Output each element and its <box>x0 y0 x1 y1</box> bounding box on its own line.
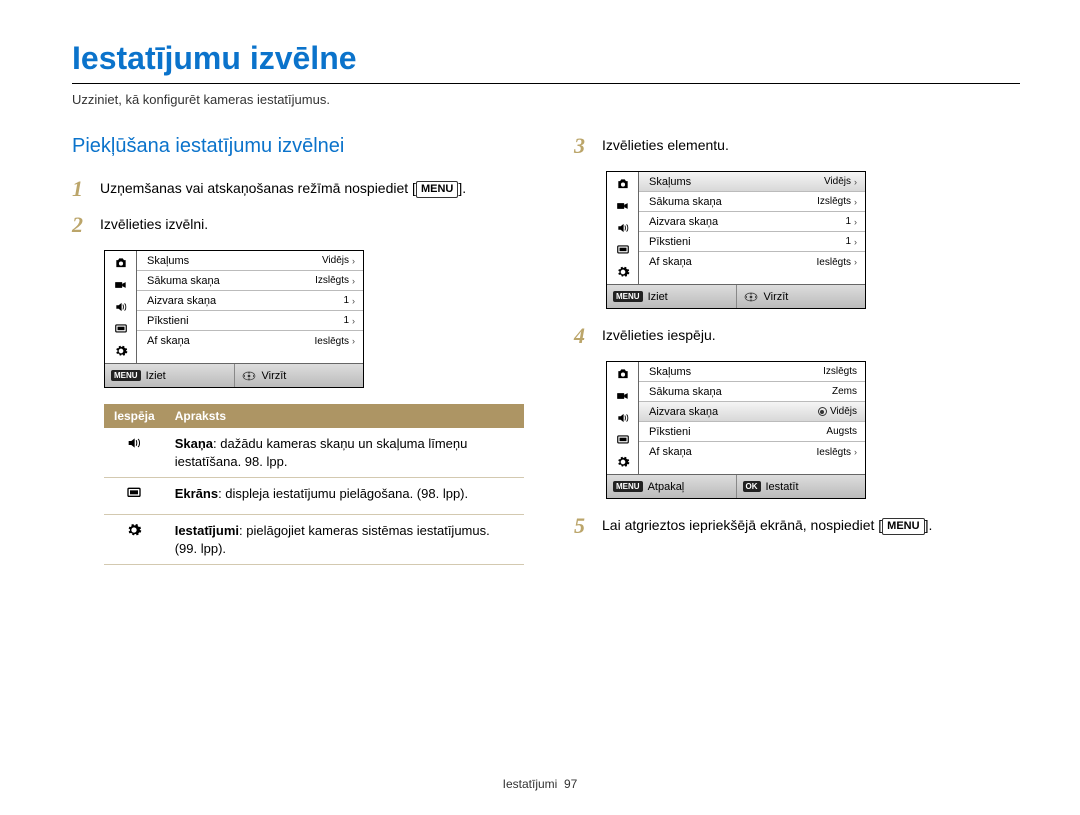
step-text: Izvēlieties izvēlni. <box>100 214 208 234</box>
nav-pad-icon <box>743 290 759 302</box>
page-footer: Iestatījumi 97 <box>0 777 1080 791</box>
step-1: 1 Uzņemšanas vai atskaņošanas režīmā nos… <box>72 178 524 200</box>
display-icon <box>613 432 633 448</box>
page-title: Iestatījumu izvēlne <box>72 40 1020 84</box>
gear-icon <box>613 264 633 280</box>
sound-icon <box>104 428 165 478</box>
video-icon <box>613 198 633 214</box>
nav-pad-icon <box>241 369 257 381</box>
th-description: Apraksts <box>165 404 524 428</box>
gear-icon <box>111 343 131 359</box>
options-table: Iespēja Apraksts Skaņa: dažādu kameras s… <box>104 404 524 565</box>
lcd-rows: SkaļumsVidējs› Sākuma skaņaIzslēgts› Aiz… <box>137 251 363 363</box>
camera-lcd-step4: SkaļumsIzslēgts Sākuma skaņaZems Aizvara… <box>606 361 866 499</box>
step-number: 1 <box>72 178 88 200</box>
step-text: Uzņemšanas vai atskaņošanas režīmā nospi… <box>100 178 466 198</box>
step-number: 3 <box>574 135 590 157</box>
page-subtitle: Uzziniet, kā konfigurēt kameras iestatīj… <box>72 92 1020 107</box>
left-column: Piekļūšana iestatījumu izvēlnei 1 Uzņemš… <box>72 135 524 565</box>
lcd-icon-column <box>105 251 137 363</box>
table-row: Iestatījumi: pielāgojiet kameras sistēma… <box>104 515 524 565</box>
step-2: 2 Izvēlieties izvēlni. <box>72 214 524 236</box>
step-number: 5 <box>574 515 590 537</box>
th-option: Iespēja <box>104 404 165 428</box>
video-icon <box>111 277 131 293</box>
lcd-exit-button: MENUIziet <box>105 364 235 387</box>
lcd-move-button: Virzīt <box>737 285 866 308</box>
gear-icon <box>613 454 633 470</box>
step-text: Lai atgrieztos iepriekšējā ekrānā, nospi… <box>602 515 932 535</box>
selected-option: Vidējs <box>818 406 857 417</box>
sound-icon <box>613 220 633 236</box>
lcd-move-button: Virzīt <box>235 364 364 387</box>
lcd-back-button: MENUAtpakaļ <box>607 475 737 498</box>
section-heading: Piekļūšana iestatījumu izvēlnei <box>72 135 524 158</box>
step-number: 4 <box>574 325 590 347</box>
step-3: 3 Izvēlieties elementu. <box>574 135 1020 157</box>
camera-icon <box>111 255 131 271</box>
lcd-exit-button: MENUIziet <box>607 285 737 308</box>
step-number: 2 <box>72 214 88 236</box>
step-4: 4 Izvēlieties iespēju. <box>574 325 1020 347</box>
radio-dot-icon <box>818 407 827 416</box>
display-icon <box>613 242 633 258</box>
camera-icon <box>613 366 633 382</box>
lcd-icon-column <box>607 172 639 284</box>
right-column: 3 Izvēlieties elementu. SkaļumsVidējs› S… <box>574 135 1020 565</box>
sound-icon <box>613 410 633 426</box>
lcd-icon-column <box>607 362 639 474</box>
step-text: Izvēlieties elementu. <box>602 135 729 155</box>
display-icon <box>104 478 165 515</box>
menu-button-label: MENU <box>416 181 458 198</box>
sound-icon <box>111 299 131 315</box>
lcd-footer: MENUIziet Virzīt <box>105 363 363 387</box>
table-row: Ekrāns: displeja iestatījumu pielāgošana… <box>104 478 524 515</box>
gear-icon <box>104 515 165 565</box>
camera-icon <box>613 176 633 192</box>
camera-lcd-step3: SkaļumsVidējs› Sākuma skaņaIzslēgts› Aiz… <box>606 171 866 309</box>
step-5: 5 Lai atgrieztos iepriekšējā ekrānā, nos… <box>574 515 1020 537</box>
display-icon <box>111 321 131 337</box>
step-text: Izvēlieties iespēju. <box>602 325 716 345</box>
video-icon <box>613 388 633 404</box>
menu-button-label: MENU <box>882 518 924 535</box>
table-row: Skaņa: dažādu kameras skaņu un skaļuma l… <box>104 428 524 478</box>
lcd-set-button: OKIestatīt <box>737 475 866 498</box>
camera-lcd-step2: SkaļumsVidējs› Sākuma skaņaIzslēgts› Aiz… <box>104 250 364 388</box>
